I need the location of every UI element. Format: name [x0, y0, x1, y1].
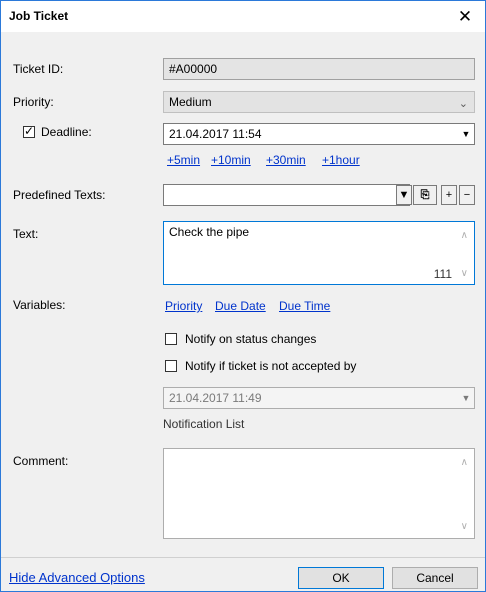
deadline-plus-1hour-link[interactable]: +1hour	[322, 153, 360, 167]
notify-status-checkbox[interactable]	[165, 333, 177, 345]
title-bar: Job Ticket ✕	[1, 1, 485, 32]
chevron-down-icon: ⌄	[458, 98, 468, 110]
notify-accept-checkbox[interactable]	[165, 360, 177, 372]
deadline-label: Deadline:	[41, 125, 92, 139]
variables-label: Variables:	[13, 298, 66, 312]
variable-priority-link[interactable]: Priority	[165, 299, 202, 313]
ok-button[interactable]: OK	[298, 567, 384, 589]
remove-icon[interactable]: −	[459, 185, 475, 205]
comment-area[interactable]: ∧ ∨	[163, 448, 475, 539]
deadline-plus-10min-link[interactable]: +10min	[211, 153, 251, 167]
deadline-plus-30min-link[interactable]: +30min	[266, 153, 306, 167]
char-count: 111	[433, 267, 452, 281]
deadline-value: 21.04.2017 11:54	[169, 127, 262, 141]
notification-list-label: Notification List	[163, 417, 245, 431]
deadline-datetime[interactable]: 21.04.2017 11:54 ▼	[163, 123, 475, 145]
scroll-up-icon[interactable]: ∧	[461, 457, 468, 468]
notify-status-label: Notify on status changes	[185, 332, 317, 346]
cancel-button[interactable]: Cancel	[392, 567, 478, 589]
scroll-down-icon[interactable]: ∨	[461, 268, 468, 279]
scroll-down-icon[interactable]: ∨	[461, 521, 468, 532]
ticket-id-field: #A00000	[163, 58, 475, 80]
add-icon[interactable]: +	[441, 185, 457, 205]
priority-value: Medium	[169, 95, 212, 109]
text-label: Text:	[13, 227, 39, 241]
dialog-title: Job Ticket	[9, 9, 69, 23]
text-value: Check the pipe	[169, 225, 250, 239]
insert-text-icon[interactable]: ⎘	[413, 185, 437, 205]
hide-advanced-options-link[interactable]: Hide Advanced Options	[9, 570, 145, 585]
footer-divider	[1, 557, 485, 558]
comment-label: Comment:	[13, 454, 69, 468]
notify-datetime: 21.04.2017 11:49 ▼	[163, 387, 475, 409]
dropdown-arrow-icon: ▼	[461, 393, 471, 403]
priority-label: Priority:	[13, 95, 54, 109]
deadline-checkbox[interactable]	[23, 124, 35, 138]
ticket-id-label: Ticket ID:	[13, 62, 64, 76]
text-area[interactable]: Check the pipe ∧ ∨ 111	[163, 221, 475, 285]
variable-due-date-link[interactable]: Due Date	[215, 299, 266, 313]
deadline-plus-5min-link[interactable]: +5min	[167, 153, 200, 167]
notify-accept-label: Notify if ticket is not accepted by	[185, 359, 357, 373]
priority-select[interactable]: Medium ⌄	[163, 91, 475, 113]
predefined-texts-select[interactable]	[163, 184, 410, 206]
scroll-up-icon[interactable]: ∧	[461, 230, 468, 241]
dropdown-arrow-icon[interactable]: ▼	[457, 124, 474, 144]
predefined-texts-label: Predefined Texts:	[13, 188, 106, 202]
predefined-dropdown-arrow-icon[interactable]: ▼	[396, 185, 412, 205]
close-icon[interactable]: ✕	[445, 1, 485, 32]
variable-due-time-link[interactable]: Due Time	[279, 299, 330, 313]
job-ticket-dialog: Job Ticket ✕ Ticket ID: #A00000 Priority…	[0, 0, 486, 592]
notify-datetime-value: 21.04.2017 11:49	[169, 391, 262, 405]
ticket-id-value: #A00000	[169, 62, 218, 76]
